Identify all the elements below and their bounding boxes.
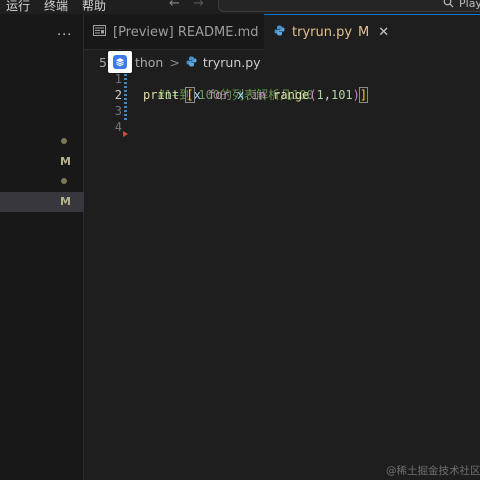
modified-indicator: M [358, 25, 370, 40]
code-token-print: print [143, 88, 180, 102]
line-number: 4 [114, 120, 122, 134]
python-icon [186, 55, 197, 70]
code-token-number: 101 [330, 88, 353, 102]
menu-terminal[interactable]: 终端 [44, 0, 68, 14]
floating-tool-button[interactable] [108, 51, 132, 73]
code-token-paren-open: ( [309, 88, 317, 102]
git-change-indicator[interactable] [124, 74, 127, 122]
menu-help[interactable]: 帮助 [82, 0, 106, 14]
tab-tryrun-py[interactable]: tryrun.py M ✕ [264, 14, 480, 50]
more-actions-icon[interactable]: ··· [57, 28, 72, 43]
line-number: 1 [114, 72, 122, 86]
breadcrumb-separator: > [169, 54, 180, 70]
explorer-sidebar: ··· M M [0, 14, 84, 480]
code-token-range: range [273, 88, 310, 102]
code-token-number: 1 [316, 88, 324, 102]
watermark: @稀土掘金技术社区 [386, 465, 480, 477]
breadcrumb-folder[interactable]: thon [135, 55, 163, 70]
command-center-text[interactable]: Play [459, 0, 480, 10]
code-token-var: x [193, 88, 201, 102]
code-token-comma: , [323, 88, 331, 102]
tab-readme-preview[interactable]: [Preview] README.md [84, 14, 264, 50]
code-token-paren-close: ) [352, 88, 360, 102]
tab-label: tryrun.py [292, 25, 353, 40]
python-icon [274, 25, 285, 40]
editor-tab-bar: [Preview] README.md tryrun.py M ✕ [84, 14, 480, 50]
preview-icon [93, 24, 106, 40]
command-center[interactable] [218, 0, 480, 12]
breadcrumb-folder-number[interactable]: 5 [99, 55, 107, 70]
modified-dot-icon [61, 138, 67, 144]
search-icon [443, 0, 454, 11]
selected-file-row[interactable] [0, 192, 84, 212]
breadcrumb-file[interactable]: tryrun.py [203, 55, 261, 70]
git-modified-badge: M [60, 155, 71, 168]
close-icon[interactable]: ✕ [378, 25, 389, 40]
menu-run[interactable]: 运行 [6, 0, 30, 14]
arrow-left-icon[interactable]: ← [169, 0, 180, 11]
line-number: 3 [114, 104, 122, 118]
title-bar: 运行 终端 帮助 ← → Play [0, 0, 480, 14]
code-token-bracket-close: ] [358, 87, 369, 103]
code-token-bracket-open: [ [185, 87, 195, 103]
text-cursor [367, 88, 369, 101]
code-line-2[interactable]: print [x for x in range(1,101)] [143, 87, 369, 103]
git-modified-badge: M [60, 195, 71, 208]
modified-dot-icon [61, 178, 67, 184]
code-token-in: in [251, 88, 266, 102]
tab-label: [Preview] README.md [113, 24, 259, 40]
layers-icon [113, 55, 127, 69]
line-number-active: 2 [114, 88, 122, 102]
git-deleted-indicator[interactable] [123, 131, 128, 137]
arrow-right-icon[interactable]: → [193, 0, 204, 11]
code-token-for: for [208, 88, 230, 102]
